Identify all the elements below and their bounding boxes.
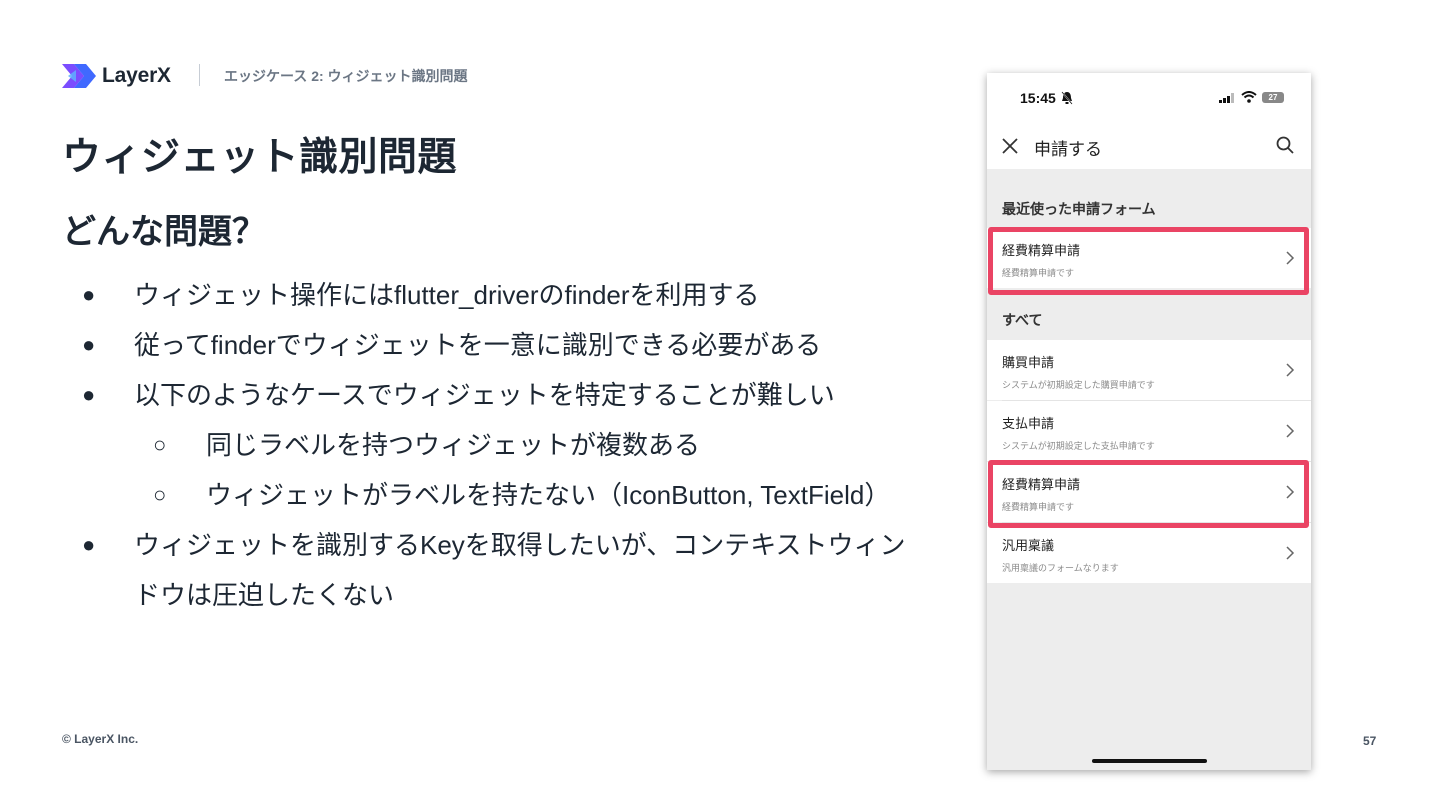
header-divider — [199, 64, 200, 86]
form-item-title: 支払申請 — [1002, 416, 1055, 431]
chevron-right-icon — [1286, 363, 1295, 377]
close-icon[interactable] — [1001, 137, 1019, 155]
form-item[interactable]: 購買申請 システムが初期設定した購買申請です — [987, 340, 1311, 400]
form-item[interactable]: 支払申請 システムが初期設定した支払申請です — [987, 401, 1311, 461]
phone-screenshot: 15:45 27 申請する 最近使った申請フォーム 経費精算申請 経費精算申請で… — [987, 73, 1311, 770]
signal-icon — [1219, 93, 1234, 103]
chevron-right-icon — [1286, 424, 1295, 438]
sub-bullet-item: ウィジェットがラベルを持たない（IconButton, TextField） — [206, 480, 891, 510]
status-time: 15:45 — [1020, 90, 1056, 106]
search-icon[interactable] — [1275, 135, 1295, 155]
bullet-item: 以下のようなケースでウィジェットを特定することが難しい — [134, 380, 835, 410]
bullet-marker: ● — [82, 332, 96, 357]
copyright: © LayerX Inc. — [62, 732, 139, 746]
bullet-item: ウィジェット操作にはflutter_driverのfinderを利用する — [134, 280, 760, 310]
form-item-subtitle: システムが初期設定した購買申請です — [1002, 380, 1155, 390]
bell-muted-icon — [1061, 91, 1073, 105]
app-title: 申請する — [1034, 140, 1102, 159]
highlight-box — [988, 227, 1309, 295]
home-indicator — [1092, 759, 1207, 763]
highlight-box — [988, 460, 1309, 528]
breadcrumb: エッジケース 2: ウィジェット識別問題 — [224, 68, 468, 84]
bullet-marker: ● — [82, 532, 96, 557]
bullet-marker: ● — [82, 282, 96, 307]
bullet-marker: ● — [82, 382, 96, 407]
wifi-icon — [1241, 91, 1257, 103]
page-title: ウィジェット識別問題 — [62, 136, 458, 179]
bullet-item-continuation: ドウは圧迫したくない — [134, 580, 395, 610]
bullet-item: ウィジェットを識別するKeyを取得したいが、コンテキストウィン — [134, 530, 906, 560]
section-subtitle: どんな問題？ — [62, 213, 266, 251]
sub-bullet-marker: ○ — [153, 432, 167, 457]
sub-bullet-marker: ○ — [153, 482, 167, 507]
page-number: 57 — [1363, 734, 1377, 748]
form-item-title: 購買申請 — [1002, 355, 1055, 370]
chevron-right-icon — [1286, 546, 1295, 560]
battery-icon: 27 — [1262, 92, 1284, 103]
sub-bullet-item: 同じラベルを持つウィジェットが複数ある — [206, 430, 701, 460]
layerx-logo-icon — [62, 64, 96, 88]
form-item-title: 汎用稟議 — [1002, 538, 1055, 553]
form-item-subtitle: 汎用稟議のフォームなります — [1002, 563, 1119, 573]
form-item[interactable]: 汎用稟議 汎用稟議のフォームなります — [987, 523, 1311, 583]
section-header-recent: 最近使った申請フォーム — [1002, 201, 1156, 217]
bullet-item: 従ってfinderでウィジェットを一意に識別できる必要がある — [134, 330, 822, 360]
section-header-all: すべて — [1002, 312, 1043, 328]
logo-wordmark: LayerX — [102, 64, 171, 87]
form-item-subtitle: システムが初期設定した支払申請です — [1002, 441, 1155, 451]
layerx-logo: LayerX — [62, 62, 171, 90]
